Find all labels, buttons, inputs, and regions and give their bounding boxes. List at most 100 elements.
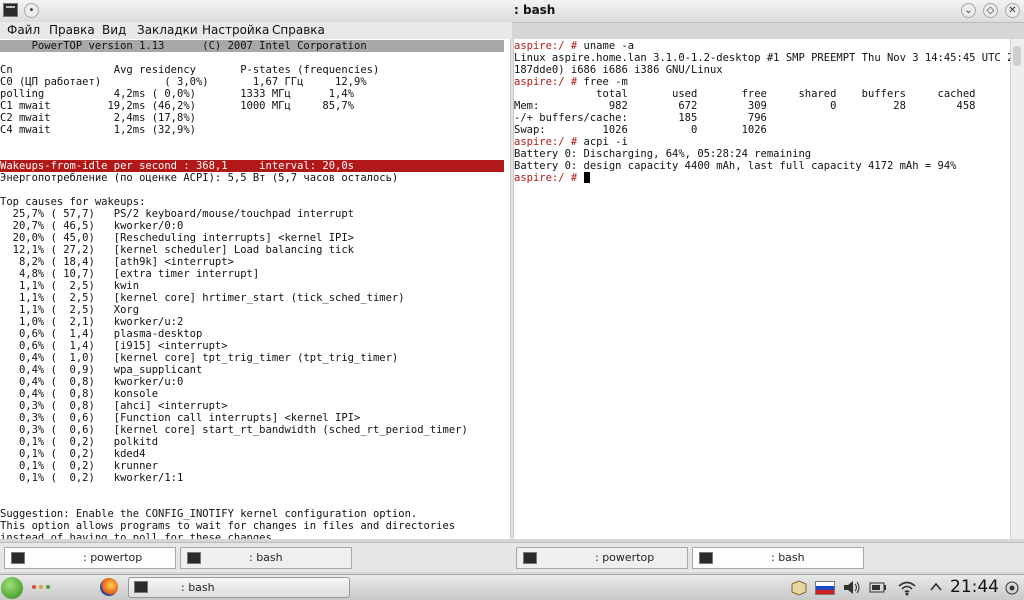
shell-output: -/+ buffers/cache: 185 796: [514, 112, 767, 124]
powertop-line: 0,4% ( 0,8) kworker/u:0: [0, 376, 184, 388]
tab-bar-left: : powertop : bash: [0, 542, 512, 572]
clock[interactable]: 21:44: [950, 577, 999, 597]
tray-expand-icon[interactable]: [928, 579, 944, 596]
powertop-line: 1,1% ( 2,5) kwin: [0, 280, 140, 292]
close-button[interactable]: ✕: [1005, 3, 1020, 18]
shell-command: free -m: [577, 76, 628, 88]
terminal-app-icon[interactable]: [3, 3, 18, 17]
volume-icon[interactable]: [842, 579, 862, 596]
pager-dot-icon[interactable]: [46, 585, 50, 589]
terminal-icon: [699, 552, 713, 564]
tab-label: : powertop: [83, 551, 143, 564]
taskbar-task-bash[interactable]: : bash: [128, 577, 350, 598]
menu-bar: Файл Правка Вид Закладки Настройка Справ…: [0, 22, 512, 39]
shell-output: total used free shared buffers cached: [514, 88, 976, 100]
menu-edit[interactable]: Правка: [49, 23, 95, 37]
tab-label: : bash: [771, 551, 805, 564]
bash-line: aspire:/ # free -m: [514, 76, 628, 88]
powertop-line: 0,1% ( 0,2) polkitd: [0, 436, 159, 448]
powertop-line: Top causes for wakeups:: [0, 196, 146, 208]
bash-line: Swap: 1026 0 1026: [514, 124, 767, 136]
bash-line: total used free shared buffers cached: [514, 88, 975, 100]
wakeups-highlight: Wakeups-from-idle per second : 368,1 int…: [0, 160, 504, 172]
menu-file[interactable]: Файл: [7, 23, 40, 37]
minimize-button[interactable]: ⌄: [961, 3, 976, 18]
powertop-line: 0,4% ( 1,0) [kernel core] tpt_trig_timer…: [0, 352, 399, 364]
powertop-line: 8,2% ( 18,4) [ath9k] <interrupt>: [0, 256, 234, 268]
shell-prompt: aspire:/ #: [514, 136, 578, 148]
window-titlebar: • : bash ⌄ ◇ ✕: [0, 0, 1024, 23]
bash-line: -/+ buffers/cache: 185 796: [514, 112, 767, 124]
powertop-line: 1,1% ( 2,5) Xorg: [0, 304, 140, 316]
powertop-line: Энергопотребление (по оценке ACPI): 5,5 …: [0, 172, 399, 184]
powertop-line: C1 mwait 19,2ms (46,2%) 1000 МГц 85,7%: [0, 100, 355, 112]
powertop-line: polling 4,2ms ( 0,0%) 1333 МГц 1,4%: [0, 88, 355, 100]
shell-output: Battery 0: Discharging, 64%, 05:28:24 re…: [514, 148, 812, 160]
powertop-line: 20,0% ( 45,0) [Rescheduling interrupts] …: [0, 232, 355, 244]
maximize-button[interactable]: ◇: [983, 3, 998, 18]
powertop-line: 0,3% ( 0,8) [ahci] <interrupt>: [0, 400, 228, 412]
powertop-line: 25,7% ( 57,7) PS/2 keyboard/mouse/touchp…: [0, 208, 355, 220]
text-cursor: [583, 172, 590, 183]
tab-powertop-left[interactable]: : powertop: [4, 547, 176, 569]
battery-icon[interactable]: [868, 579, 888, 596]
taskbar-panel: : bash 21:44: [0, 574, 1024, 600]
tab-powertop-right[interactable]: : powertop: [516, 547, 688, 569]
window-title: : bash: [514, 3, 556, 17]
powertop-line: 0,1% ( 0,2) kded4: [0, 448, 146, 460]
powertop-line: 1,0% ( 2,1) kworker/u:2: [0, 316, 184, 328]
powertop-line: 1,1% ( 2,5) [kernel core] hrtimer_start …: [0, 292, 405, 304]
shell-output: Swap: 1026 0 1026: [514, 124, 767, 136]
pin-icon[interactable]: •: [24, 3, 39, 18]
bash-line: Linux aspire.home.lan 3.1.0-1.2-desktop …: [514, 52, 1010, 64]
menu-view[interactable]: Вид: [102, 23, 126, 37]
powertop-line: C0 (ЦП работает) ( 3,0%) 1,67 ГГц 12,9%: [0, 76, 367, 88]
menu-help[interactable]: Справка: [272, 23, 325, 37]
powertop-line: 0,4% ( 0,8) konsole: [0, 388, 159, 400]
powertop-line: 0,4% ( 0,9) wpa_supplicant: [0, 364, 203, 376]
powertop-line: C4 mwait 1,2ms (32,9%): [0, 124, 196, 136]
terminal-icon: [11, 552, 25, 564]
terminal-icon: [134, 581, 148, 593]
package-updater-icon[interactable]: [790, 579, 808, 596]
bash-terminal[interactable]: aspire:/ # uname -a Linux aspire.home.lan…: [514, 39, 1010, 539]
menu-bookmarks[interactable]: Закладки: [137, 23, 198, 37]
powertop-line: 0,3% ( 0,6) [Function call interrupts] <…: [0, 412, 361, 424]
powertop-line: Suggestion: Enable the CONFIG_INOTIFY ke…: [0, 508, 418, 520]
pager-dot-icon[interactable]: [32, 585, 36, 589]
bash-line: Mem: 982 672 309 0 28 458: [514, 100, 975, 112]
shell-prompt: aspire:/ #: [514, 172, 578, 184]
app-launcher-icon[interactable]: [1, 577, 23, 599]
powertop-line: 0,6% ( 1,4) plasma-desktop: [0, 328, 203, 340]
powertop-line: 0,6% ( 1,4) [i915] <interrupt>: [0, 340, 228, 352]
bash-line: aspire:/ #: [514, 172, 590, 184]
bash-line: aspire:/ # uname -a: [514, 40, 634, 52]
powertop-line: 12,1% ( 27,2) [kernel scheduler] Load ba…: [0, 244, 355, 256]
powertop-line: 20,7% ( 46,5) kworker/0:0: [0, 220, 184, 232]
tab-bash-left[interactable]: : bash: [180, 547, 352, 569]
shell-prompt: aspire:/ #: [514, 76, 578, 88]
tab-bash-right[interactable]: : bash: [692, 547, 864, 569]
shell-output: 187dde0) i686 i686 i386 GNU/Linux: [514, 64, 723, 76]
cashew-icon[interactable]: [1003, 579, 1021, 596]
task-label: : bash: [181, 581, 215, 594]
powertop-line: 0,1% ( 0,2) kworker/1:1: [0, 472, 184, 484]
scrollbar[interactable]: [1010, 39, 1024, 539]
bash-line: Battery 0: design capacity 4400 mAh, las…: [514, 160, 957, 172]
tab-label: : powertop: [595, 551, 655, 564]
menu-settings[interactable]: Настройка: [202, 23, 269, 37]
keyboard-layout-flag-icon[interactable]: [815, 581, 835, 595]
scrollbar-thumb[interactable]: [1013, 46, 1021, 66]
shell-command: uname -a: [577, 40, 635, 52]
powertop-terminal[interactable]: PowerTOP version 1.13 (C) 2007 Intel Cor…: [0, 39, 510, 539]
shell-command: acpi -i: [577, 136, 628, 148]
bash-line: aspire:/ # acpi -i: [514, 136, 628, 148]
wifi-icon[interactable]: [897, 579, 917, 596]
shell-output: Mem: 982 672 309 0 28 458: [514, 100, 976, 112]
shell-output: Battery 0: design capacity 4400 mAh, las…: [514, 160, 957, 172]
powertop-line: Cn Avg residency P-states (frequencies): [0, 64, 380, 76]
pager-dot-icon[interactable]: [39, 585, 43, 589]
terminal-icon: [187, 552, 201, 564]
firefox-icon[interactable]: [100, 578, 118, 596]
powertop-line: 4,8% ( 10,7) [extra timer interrupt]: [0, 268, 260, 280]
